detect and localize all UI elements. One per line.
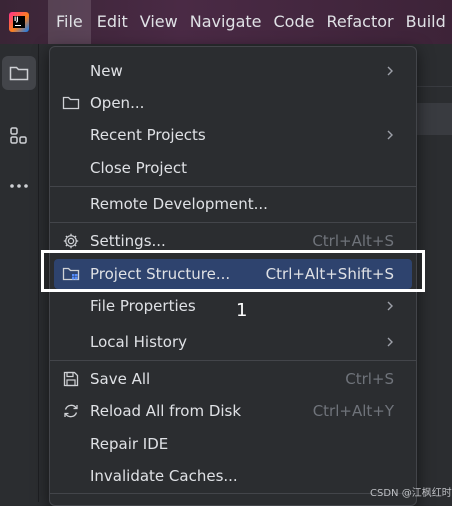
structure-icon[interactable] — [2, 119, 36, 153]
menu-item-remote-development[interactable]: Remote Development... — [50, 189, 416, 219]
project-folder-icon[interactable] — [2, 56, 36, 90]
menu-navigate[interactable]: Navigate — [184, 0, 268, 44]
intellij-logo-icon[interactable]: IJ — [9, 12, 29, 32]
menu-item-settings[interactable]: Settings... Ctrl+Alt+S — [50, 226, 416, 256]
watermark: CSDN @江枫红时 — [370, 488, 452, 499]
menu-item-label: File Properties — [90, 297, 196, 315]
menu-item-local-history[interactable]: Local History — [50, 327, 416, 357]
menu-item-file-properties[interactable]: File Properties — [50, 291, 416, 321]
menu-item-label: Repair IDE — [90, 435, 169, 453]
annotation-step-number: 1 — [236, 300, 248, 321]
menu-item-label: Close Project — [90, 159, 187, 177]
menu-item-label: Recent Projects — [90, 126, 206, 144]
tool-window-sidebar — [0, 44, 39, 502]
menu-item-recent-projects[interactable]: Recent Projects — [50, 120, 416, 150]
chevron-right-icon — [387, 301, 393, 311]
menu-item-shortcut: Ctrl+Alt+Shift+S — [265, 265, 394, 283]
file-menu-popup: New Open... Recent Projects Close Projec… — [49, 46, 417, 506]
menu-bar: File Edit View Navigate Code Refactor Bu… — [48, 0, 452, 44]
chevron-right-icon — [387, 66, 393, 76]
menu-item-shortcut: Ctrl+S — [345, 370, 394, 388]
menu-code[interactable]: Code — [268, 0, 321, 44]
menu-item-reload-all[interactable]: Reload All from Disk Ctrl+Alt+Y — [50, 396, 416, 426]
menu-separator — [50, 360, 416, 361]
menu-item-label: Settings... — [90, 232, 166, 250]
menu-item-label: Local History — [90, 333, 188, 351]
menu-separator — [50, 186, 416, 187]
menu-file[interactable]: File — [48, 0, 91, 44]
menu-separator — [50, 222, 416, 223]
menu-item-label: Reload All from Disk — [90, 402, 242, 420]
menu-view[interactable]: View — [134, 0, 184, 44]
menu-item-label: New — [90, 62, 123, 80]
save-icon — [63, 371, 79, 387]
chevron-right-icon — [387, 130, 393, 140]
menu-item-project-structure[interactable]: Project Structure... Ctrl+Alt+Shift+S — [50, 259, 416, 289]
menu-item-open[interactable]: Open... — [50, 88, 416, 118]
chevron-right-icon — [387, 337, 393, 347]
menu-separator — [50, 493, 416, 494]
menu-item-new[interactable]: New — [50, 56, 416, 86]
menu-item-invalidate-caches[interactable]: Invalidate Caches... — [50, 461, 416, 491]
menu-item-shortcut: Ctrl+Alt+S — [312, 232, 394, 250]
menu-item-label: Project Structure... — [90, 265, 231, 283]
menu-item-shortcut: Ctrl+Alt+Y — [312, 402, 394, 420]
reload-icon — [64, 404, 78, 418]
title-bar: IJ File Edit View Navigate Code Refactor… — [0, 0, 452, 44]
gear-icon — [63, 233, 79, 249]
menu-edit[interactable]: Edit — [91, 0, 134, 44]
menu-refactor[interactable]: Refactor — [320, 0, 399, 44]
menu-item-label: Invalidate Caches... — [90, 467, 238, 485]
menu-item-label: Save All — [90, 370, 151, 388]
folder-icon — [62, 96, 80, 110]
menu-item-save-all[interactable]: Save All Ctrl+S — [50, 364, 416, 394]
menu-item-label: Remote Development... — [90, 195, 268, 213]
menu-item-repair-ide[interactable]: Repair IDE — [50, 429, 416, 459]
more-icon[interactable] — [2, 169, 36, 203]
menu-build[interactable]: Build — [400, 0, 452, 44]
menu-item-close-project[interactable]: Close Project — [50, 153, 416, 183]
menu-item-label: Open... — [90, 94, 145, 112]
project-structure-icon — [62, 267, 80, 281]
